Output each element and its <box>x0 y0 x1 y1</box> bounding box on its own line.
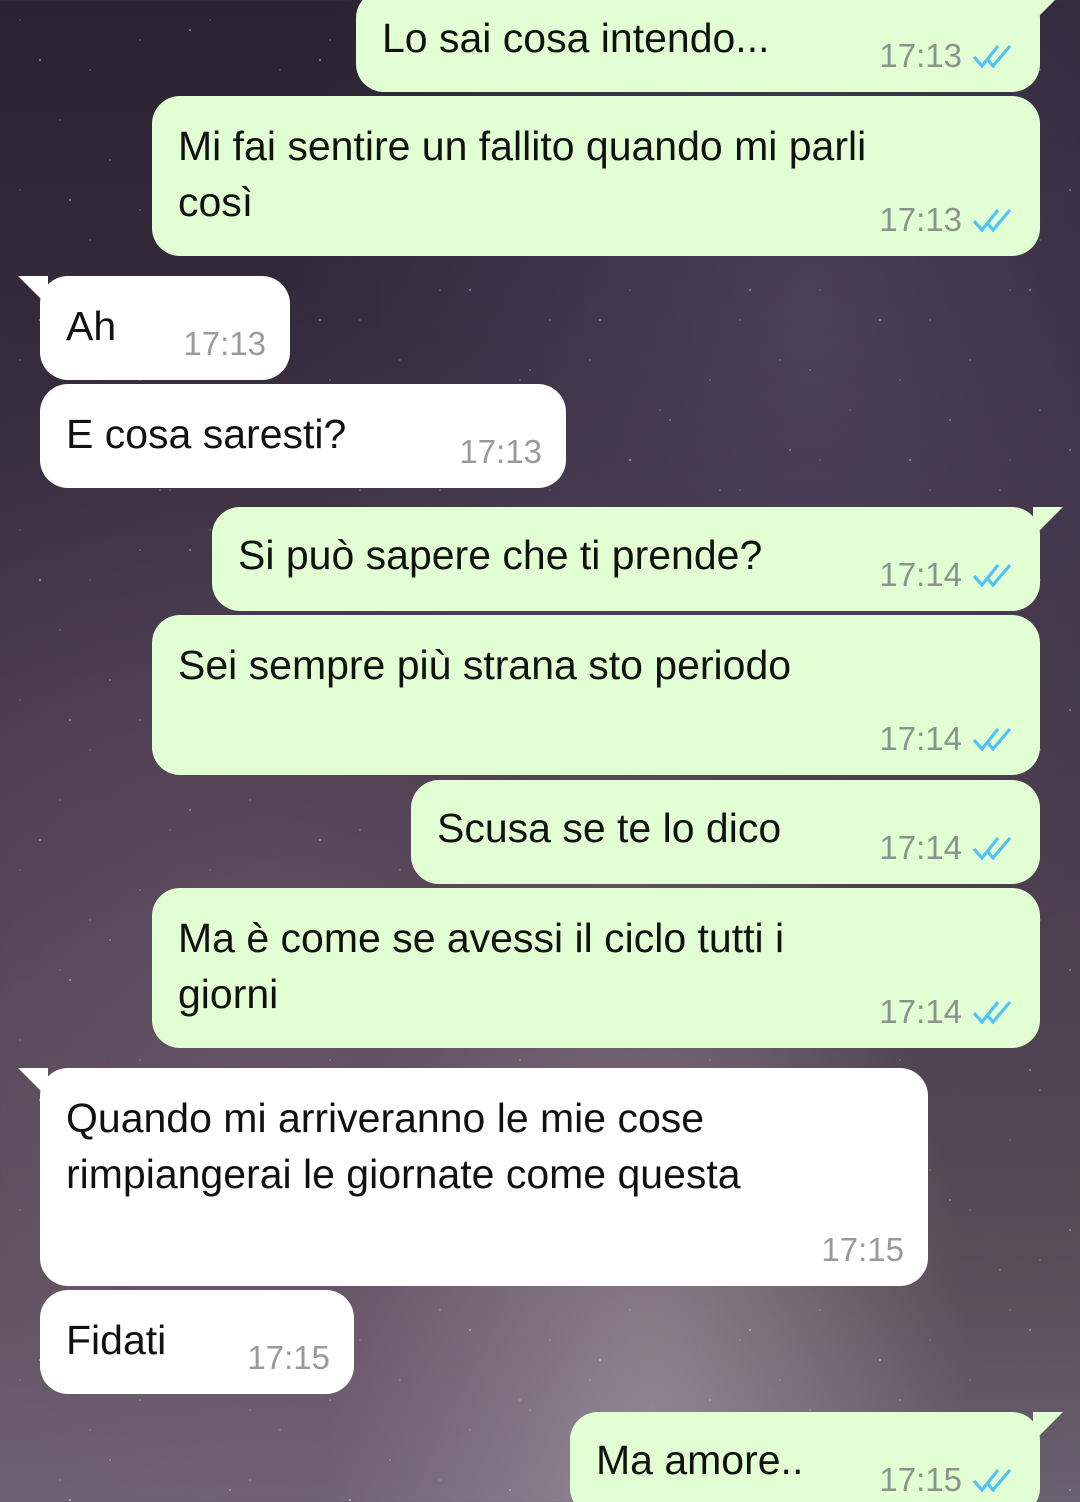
message-bubble-incoming[interactable]: Quando mi arriveranno le mie cose rimpia… <box>40 1068 928 1286</box>
message-time: 17:13 <box>879 201 962 238</box>
chat-thread: Lo sai cosa intendo... 17:13 Mi fai sent… <box>0 0 1080 1502</box>
message-meta: 17:15 <box>821 1222 904 1278</box>
message-bubble-outgoing[interactable]: Sei sempre più strana sto periodo 17:14 <box>152 615 1040 775</box>
message-text: Lo sai cosa intendo... <box>382 15 770 61</box>
message-text: Scusa se te lo dico <box>437 805 782 851</box>
message-time: 17:15 <box>879 1461 962 1498</box>
message-text: Ma è come se avessi il ciclo tutti i gio… <box>178 915 785 1017</box>
message-meta: 17:13 <box>459 424 542 480</box>
message-bubble-outgoing[interactable]: Scusa se te lo dico 17:14 <box>411 780 1040 884</box>
double-check-icon <box>972 1000 1012 1025</box>
message-text: Sei sempre più strana sto periodo <box>178 642 792 688</box>
double-check-icon <box>972 836 1012 861</box>
message-time: 17:14 <box>879 829 962 866</box>
message-text: Ah <box>66 303 117 349</box>
message-time: 17:13 <box>879 37 962 74</box>
message-bubble-outgoing[interactable]: Si può sapere che ti prende? 17:14 <box>212 507 1040 611</box>
message-bubble-incoming[interactable]: Fidati 17:15 <box>40 1290 354 1394</box>
message-bubble-incoming[interactable]: Ah 17:13 <box>40 276 290 380</box>
double-check-icon <box>972 727 1012 752</box>
message-meta: 17:13 <box>879 28 1016 84</box>
message-time: 17:15 <box>247 1339 330 1376</box>
double-check-icon <box>972 208 1012 233</box>
message-meta: 17:14 <box>879 547 1016 603</box>
message-meta: 17:15 <box>247 1330 330 1386</box>
message-text: Quando mi arriveranno le mie cose rimpia… <box>66 1095 741 1197</box>
message-meta: 17:13 <box>879 192 1016 248</box>
message-time: 17:14 <box>879 556 962 593</box>
message-text: Ma amore.. <box>596 1437 804 1483</box>
message-time: 17:15 <box>821 1231 904 1268</box>
double-check-icon <box>972 1468 1012 1493</box>
message-meta: 17:14 <box>879 984 1016 1040</box>
message-meta: 17:14 <box>879 820 1016 876</box>
message-text: Fidati <box>66 1317 167 1363</box>
double-check-icon <box>972 563 1012 588</box>
message-bubble-outgoing[interactable]: Mi fai sentire un fallito quando mi parl… <box>152 96 1040 256</box>
message-text: Si può sapere che ti prende? <box>238 532 763 578</box>
double-check-icon <box>972 44 1012 69</box>
message-bubble-incoming[interactable]: E cosa saresti? 17:13 <box>40 384 566 488</box>
message-time: 17:13 <box>183 325 266 362</box>
message-meta: 17:14 <box>879 711 1016 767</box>
message-bubble-outgoing[interactable]: Ma amore.. 17:15 <box>570 1412 1040 1502</box>
message-meta: 17:15 <box>879 1452 1016 1502</box>
message-bubble-outgoing[interactable]: Lo sai cosa intendo... 17:13 <box>356 0 1040 92</box>
message-time: 17:13 <box>459 433 542 470</box>
message-meta: 17:13 <box>183 316 266 372</box>
message-bubble-outgoing[interactable]: Ma è come se avessi il ciclo tutti i gio… <box>152 888 1040 1048</box>
message-time: 17:14 <box>879 993 962 1030</box>
message-text: E cosa saresti? <box>66 411 347 457</box>
message-text: Mi fai sentire un fallito quando mi parl… <box>178 123 867 225</box>
message-time: 17:14 <box>879 720 962 757</box>
